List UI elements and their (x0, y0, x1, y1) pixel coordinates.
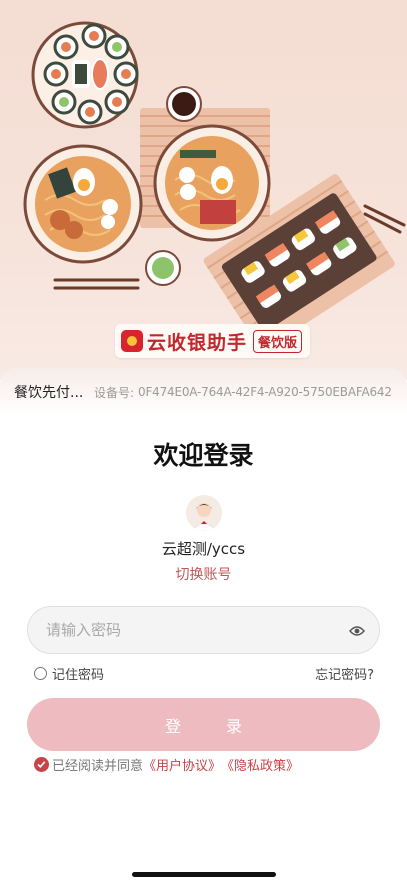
account-name: 云超测/yccs (161, 540, 246, 558)
agreement-text: 已经阅读并同意 (52, 759, 144, 774)
user-agreement-link[interactable]: 《用户协议》 (143, 755, 221, 774)
page-title: 欢迎登录 (153, 441, 254, 470)
eye-icon[interactable] (349, 623, 365, 639)
checkmark-icon (37, 761, 46, 768)
device-id-value: 0F474E0A-764A-42F4-A920-5750EBAFA642 (138, 385, 392, 399)
device-id-label: 设备号: (94, 385, 135, 400)
user-avatar (186, 495, 222, 531)
privacy-policy-link[interactable]: 《隐私政策》 (221, 755, 299, 774)
brand-logo-icon (121, 330, 143, 352)
agreement-row: 已经阅读并同意 《用户协议》 《隐私政策》 (34, 755, 299, 774)
remember-password-option[interactable]: 记住密码 (34, 664, 104, 683)
brand-name: 云收银助手 (147, 331, 248, 354)
hero-illustration: 云收银助手 餐饮版 (0, 0, 407, 380)
radio-unchecked-icon[interactable] (34, 667, 47, 680)
password-input[interactable] (44, 620, 328, 640)
check-circle-icon[interactable] (34, 757, 49, 772)
brand-tag: 餐饮版 (253, 329, 303, 353)
switch-account-link[interactable]: 切换账号 (0, 564, 407, 584)
avatar-icon (186, 495, 222, 531)
food-illustration (23, 21, 406, 351)
password-field[interactable] (27, 606, 380, 654)
login-button[interactable]: 登 录 (27, 698, 380, 751)
device-info-row: 餐饮先付... 设备号: 0F474E0A-764A-42F4-A920-575… (0, 368, 407, 416)
remember-password-label: 记住密码 (52, 668, 105, 683)
home-indicator (132, 872, 276, 877)
brand-banner: 云收银助手 餐饮版 (115, 324, 311, 358)
forgot-password-link[interactable]: 忘记密码? (315, 664, 374, 683)
login-card: 餐饮先付... 设备号: 0F474E0A-764A-42F4-A920-575… (0, 368, 407, 883)
store-name[interactable]: 餐饮先付... (14, 382, 88, 402)
